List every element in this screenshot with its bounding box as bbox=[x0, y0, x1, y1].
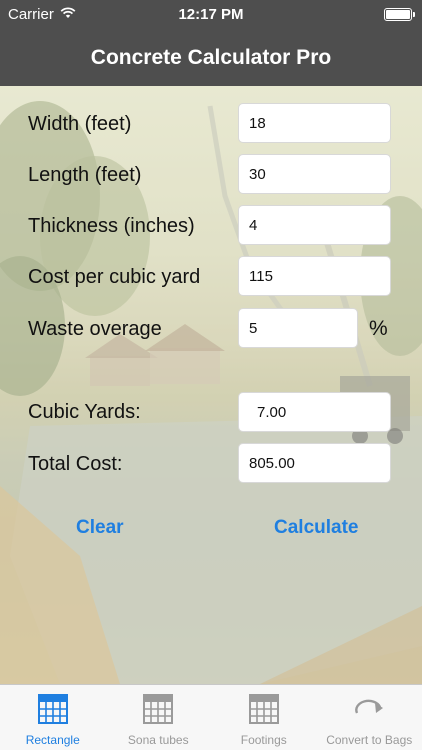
total-cost-output bbox=[238, 443, 391, 483]
tab-rectangle[interactable]: Rectangle bbox=[0, 685, 106, 750]
clear-button[interactable]: Clear bbox=[76, 517, 124, 539]
refresh-arrow-icon bbox=[353, 693, 385, 728]
total-cost-label: Total Cost: bbox=[28, 453, 123, 475]
grid-icon bbox=[142, 693, 174, 728]
tab-label: Footings bbox=[240, 733, 287, 747]
tab-bar: Rectangle Sona tubes Footings Convert to… bbox=[0, 684, 422, 750]
grid-icon bbox=[248, 693, 280, 728]
tab-label: Rectangle bbox=[25, 733, 80, 747]
status-bar: Carrier 12:17 PM bbox=[0, 0, 422, 30]
width-label: Width (feet) bbox=[28, 113, 132, 135]
tab-label: Sona tubes bbox=[127, 733, 189, 747]
cubic-yards-output bbox=[238, 392, 391, 432]
length-input[interactable] bbox=[238, 154, 391, 194]
waste-label: Waste overage bbox=[28, 318, 162, 340]
tab-convert-to-bags[interactable]: Convert to Bags bbox=[317, 685, 422, 750]
battery-icon bbox=[384, 8, 415, 21]
status-time: 12:17 PM bbox=[178, 6, 244, 23]
tab-label: Convert to Bags bbox=[326, 733, 413, 747]
calculate-button[interactable]: Calculate bbox=[274, 517, 358, 539]
waste-input[interactable] bbox=[238, 308, 358, 348]
thickness-label: Thickness (inches) bbox=[28, 215, 195, 237]
thickness-input[interactable] bbox=[238, 205, 391, 245]
grid-icon bbox=[37, 693, 69, 728]
cost-input[interactable] bbox=[238, 256, 391, 296]
tab-footings[interactable]: Footings bbox=[211, 685, 317, 750]
nav-bar: Concrete Calculator Pro bbox=[0, 30, 422, 86]
tab-sona-tubes[interactable]: Sona tubes bbox=[106, 685, 212, 750]
cubic-yards-label: Cubic Yards: bbox=[28, 401, 141, 423]
length-label: Length (feet) bbox=[28, 164, 142, 186]
percent-unit: % bbox=[369, 317, 388, 340]
cost-label: Cost per cubic yard bbox=[28, 266, 201, 288]
width-input[interactable] bbox=[238, 103, 391, 143]
page-title: Concrete Calculator Pro bbox=[90, 46, 332, 69]
